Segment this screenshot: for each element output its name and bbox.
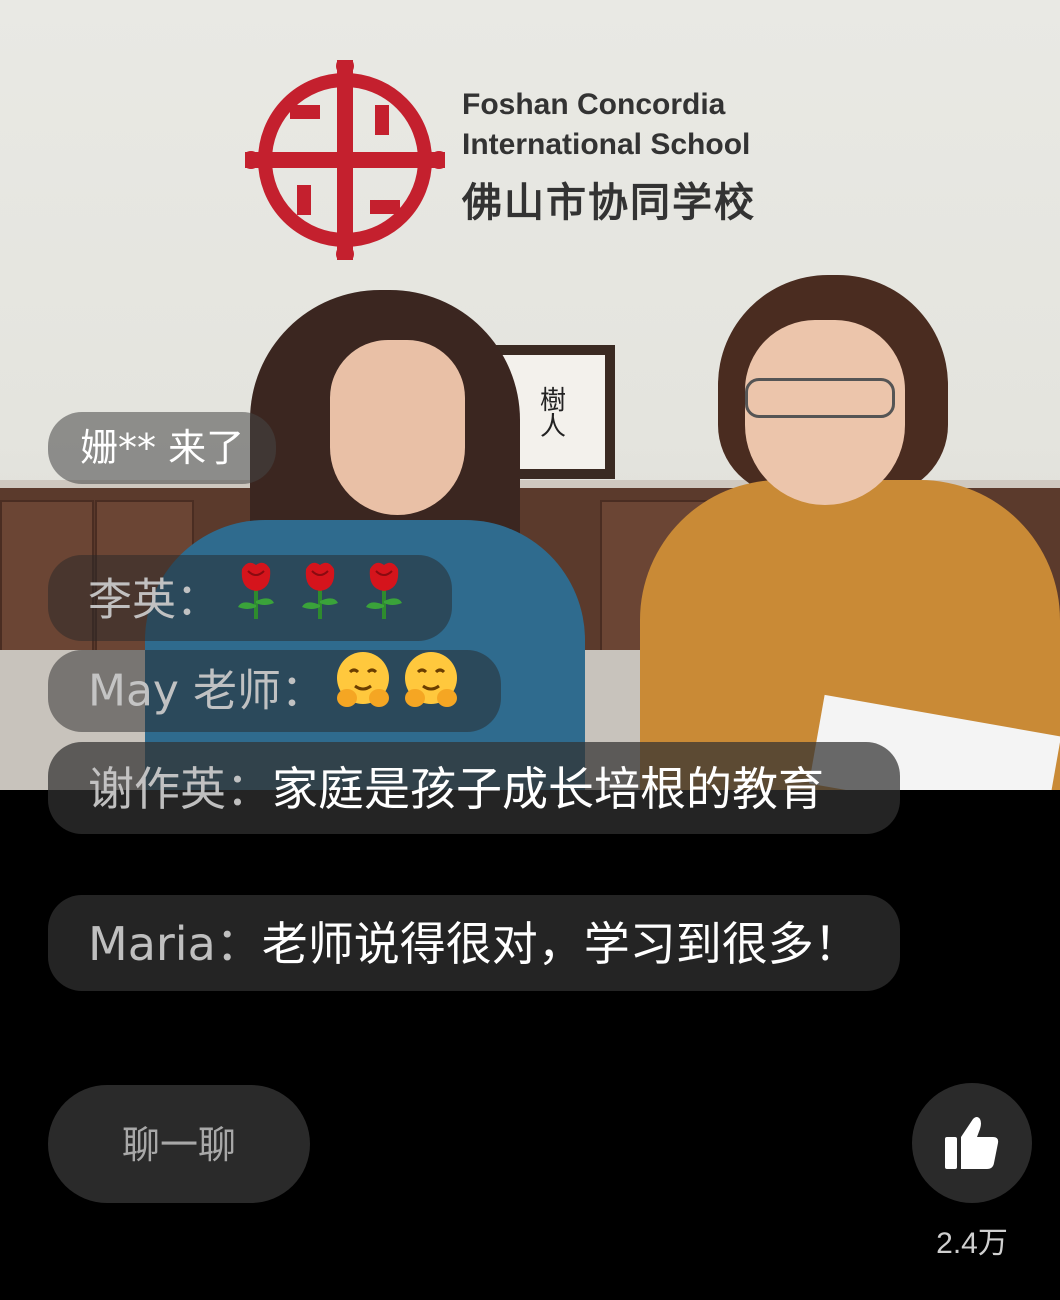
join-user: 姗** xyxy=(80,426,157,470)
comment-item: May 老师： xyxy=(48,650,501,732)
logo-english-line1: Foshan Concordia xyxy=(462,88,726,121)
join-text: 来了 xyxy=(168,426,245,470)
comment-author: Maria： xyxy=(88,917,262,971)
hugging-face-icon xyxy=(401,650,461,737)
comment-item: 李英： xyxy=(48,555,452,641)
join-notice: 姗** 来了 xyxy=(48,412,277,484)
rose-icon xyxy=(292,555,348,650)
comment-item: Maria：老师说得很对，学习到很多！ xyxy=(48,895,900,991)
rose-icon xyxy=(356,555,412,650)
comment-text: 老师说得很对，学习到很多！ xyxy=(261,917,860,971)
comment-author: May 老师： xyxy=(88,665,325,717)
live-stream-screen: Foshan Concordia International School 佛山… xyxy=(0,0,1060,1300)
host-left-face xyxy=(330,340,465,515)
comment-author: 李英： xyxy=(88,574,220,626)
hugging-face-icon xyxy=(333,650,393,737)
comment-text: 家庭是孩子成长培根的教育 xyxy=(272,762,824,816)
like-count: 2.4万 xyxy=(936,1227,1008,1260)
comment-author: 谢作英： xyxy=(88,762,272,816)
comment-item: 谢作英：家庭是孩子成长培根的教育 xyxy=(48,742,900,834)
school-logo-icon xyxy=(245,60,445,260)
glasses xyxy=(745,378,895,418)
chat-input-button[interactable]: 聊一聊 xyxy=(48,1085,310,1203)
like-button[interactable] xyxy=(912,1083,1032,1203)
thumbs-up-icon xyxy=(945,1117,999,1169)
logo-english-line2: International School xyxy=(462,128,751,161)
logo-chinese: 佛山市协同学校 xyxy=(462,181,756,225)
rose-icon xyxy=(228,555,284,650)
